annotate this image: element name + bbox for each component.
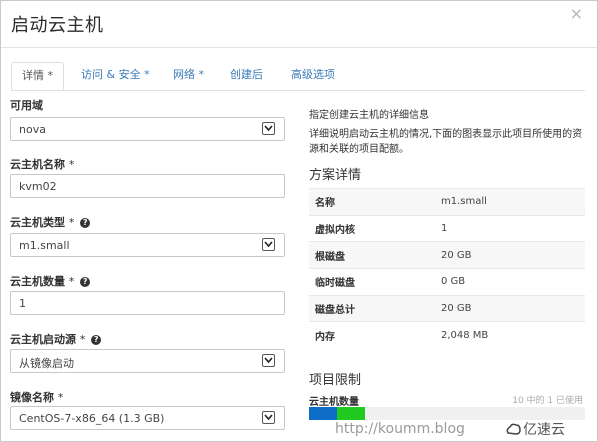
flavor-detail-row: 内存 2,048 MB [309, 321, 585, 349]
help-summary: 指定创建云主机的详细信息 [309, 110, 429, 121]
tab-bar: 详情 * 访问 & 安全 * 网络 * 创建后 高级选项 [11, 62, 585, 91]
flavor-details-heading: 方案详情 [309, 168, 362, 183]
instance-count-value: 1 [19, 297, 26, 310]
chevron-down-icon [262, 354, 275, 367]
flavor-detail-row: 磁盘总计 20 GB [309, 294, 585, 322]
quota-instances-label: 云主机数量 [309, 397, 359, 408]
logo-text: 亿速云 [523, 422, 565, 438]
flavor-detail-key: 名称 [309, 188, 435, 216]
question-circle-icon[interactable]: ? [80, 218, 91, 228]
flavor-detail-value: 20 GB [435, 241, 585, 269]
yisu-cloud-logo-icon [506, 423, 521, 436]
flavor-detail-value: m1.small [435, 188, 585, 216]
question-circle-icon[interactable]: ? [91, 335, 102, 345]
flavor-detail-key: 临时磁盘 [309, 268, 435, 296]
image-name-value: CentOS-7-x86_64 (1.3 GB) [19, 412, 165, 425]
chevron-down-icon [262, 122, 275, 135]
watermark-url: http://koumm.blog [335, 421, 465, 437]
flavor-value: m1.small [19, 239, 70, 252]
instance-count-label: 云主机数量 * ? [10, 273, 91, 289]
chevron-down-icon [262, 238, 275, 251]
tab-advanced-options[interactable]: 高级选项 [281, 62, 345, 88]
chevron-down-icon [262, 411, 275, 424]
boot-source-select[interactable]: 从镜像启动 [10, 349, 285, 373]
flavor-detail-row: 虚拟内核 1 [309, 214, 585, 242]
flavor-label: 云主机类型 * ? [10, 214, 91, 230]
flavor-detail-value: 0 GB [435, 268, 585, 296]
flavor-detail-row: 临时磁盘 0 GB [309, 268, 585, 296]
tab-networking[interactable]: 网络 * [163, 62, 214, 88]
instance-name-value: kvm02 [19, 180, 57, 193]
flavor-detail-value: 1 [435, 214, 585, 242]
question-circle-icon[interactable]: ? [80, 277, 91, 287]
boot-source-label: 云主机启动源 * ? [10, 331, 102, 347]
flavor-detail-key: 磁盘总计 [309, 294, 435, 322]
image-name-label: 镜像名称 * [10, 391, 64, 404]
flavor-detail-value: 2,048 MB [435, 321, 585, 349]
instance-count-input[interactable]: 1 [10, 291, 285, 315]
project-limits-heading: 项目限制 [309, 373, 362, 388]
flavor-select[interactable]: m1.small [10, 233, 285, 257]
flavor-detail-row: 名称 m1.small [309, 188, 585, 216]
availability-zone-select[interactable]: nova [10, 117, 285, 141]
flavor-details-table: 名称 m1.small 虚拟内核 1 根磁盘 20 GB 临时磁盘 0 GB 磁盘总计 20 GB… [309, 188, 585, 349]
instance-name-label: 云主机名称 * [10, 158, 75, 171]
modal-title: 启动云主机 [11, 15, 104, 36]
title-divider [1, 47, 597, 48]
flavor-detail-key: 虚拟内核 [309, 214, 435, 242]
availability-zone-label: 可用域 [10, 99, 43, 112]
image-name-select[interactable]: CentOS-7-x86_64 (1.3 GB) [10, 406, 285, 430]
close-icon[interactable]: × [570, 6, 583, 22]
quota-added-segment [337, 407, 365, 420]
tab-details[interactable]: 详情 * [11, 62, 64, 90]
flavor-detail-value: 20 GB [435, 294, 585, 322]
launch-instance-modal: 启动云主机 × 详情 * 访问 & 安全 * 网络 * 创建后 高级选项 可用域… [0, 0, 598, 442]
help-description: 详细说明启动云主机的情况,下面的图表显示此项目所使用的资源和关联的项目配额。 [309, 129, 583, 155]
watermark-logo: 亿速云 [506, 419, 565, 439]
quota-used-segment [309, 407, 337, 420]
flavor-detail-key: 根磁盘 [309, 241, 435, 269]
quota-usage-text: 10 中的 1 已使用 [512, 396, 583, 406]
flavor-detail-row: 根磁盘 20 GB [309, 241, 585, 269]
tab-access-security[interactable]: 访问 & 安全 * [71, 62, 160, 88]
flavor-detail-key: 内存 [309, 321, 435, 349]
boot-source-value: 从镜像启动 [19, 357, 74, 370]
instance-name-input[interactable]: kvm02 [10, 174, 285, 198]
availability-zone-value: nova [19, 123, 46, 136]
tab-post-creation[interactable]: 创建后 [220, 62, 273, 88]
